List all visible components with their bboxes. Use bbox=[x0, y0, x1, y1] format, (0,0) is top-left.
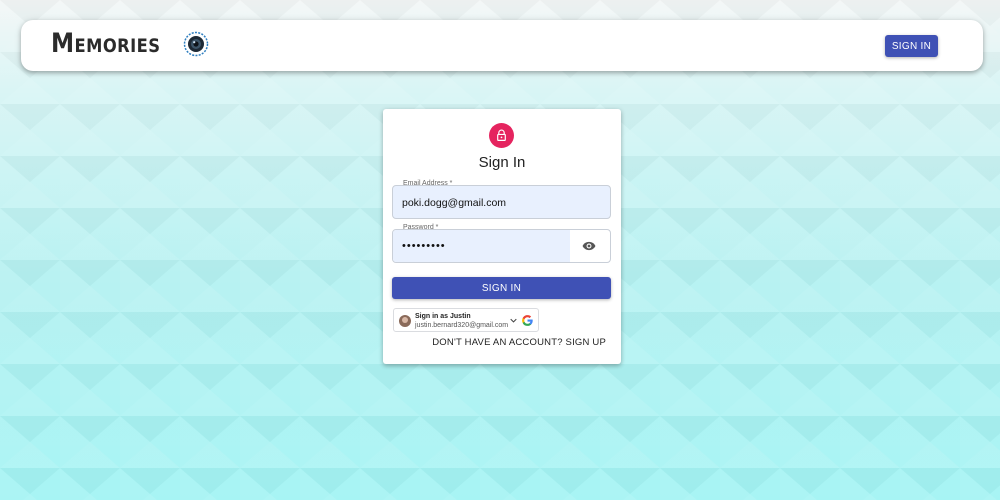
google-one-tap-button[interactable]: Sign in as Justin justin.bernard320@gmai… bbox=[393, 308, 539, 332]
brand-title: Memories bbox=[51, 28, 161, 59]
google-account-name: Sign in as Justin bbox=[415, 313, 471, 320]
email-label: Email Address * bbox=[403, 180, 453, 187]
sign-up-link[interactable]: DON'T HAVE AN ACCOUNT? SIGN UP bbox=[432, 337, 606, 348]
password-value[interactable]: ••••••••• bbox=[402, 240, 446, 252]
eye-icon[interactable] bbox=[582, 240, 596, 252]
lock-icon bbox=[497, 129, 506, 141]
google-account-email: justin.bernard320@gmail.com bbox=[415, 322, 509, 329]
app-bar: Memories SIGN IN bbox=[21, 20, 983, 71]
email-field[interactable]: Email Address * poki.dogg@gmail.com bbox=[392, 180, 611, 219]
sign-in-submit-button[interactable]: SIGN IN bbox=[392, 277, 611, 299]
password-field[interactable]: Password * ••••••••• bbox=[392, 224, 611, 263]
header-sign-in-button[interactable]: SIGN IN bbox=[885, 35, 938, 57]
google-logo-icon bbox=[522, 315, 533, 326]
brand[interactable]: Memories bbox=[51, 28, 209, 59]
password-label: Password * bbox=[403, 224, 439, 231]
form-title: Sign In bbox=[478, 154, 526, 171]
sign-in-card: Sign In Email Address * poki.dogg@gmail.… bbox=[383, 109, 621, 364]
lock-avatar bbox=[489, 123, 514, 148]
chevron-down-icon[interactable] bbox=[510, 318, 517, 323]
memories-logo-icon bbox=[183, 31, 209, 56]
google-account-avatar bbox=[399, 315, 411, 327]
email-value[interactable]: poki.dogg@gmail.com bbox=[402, 197, 506, 209]
